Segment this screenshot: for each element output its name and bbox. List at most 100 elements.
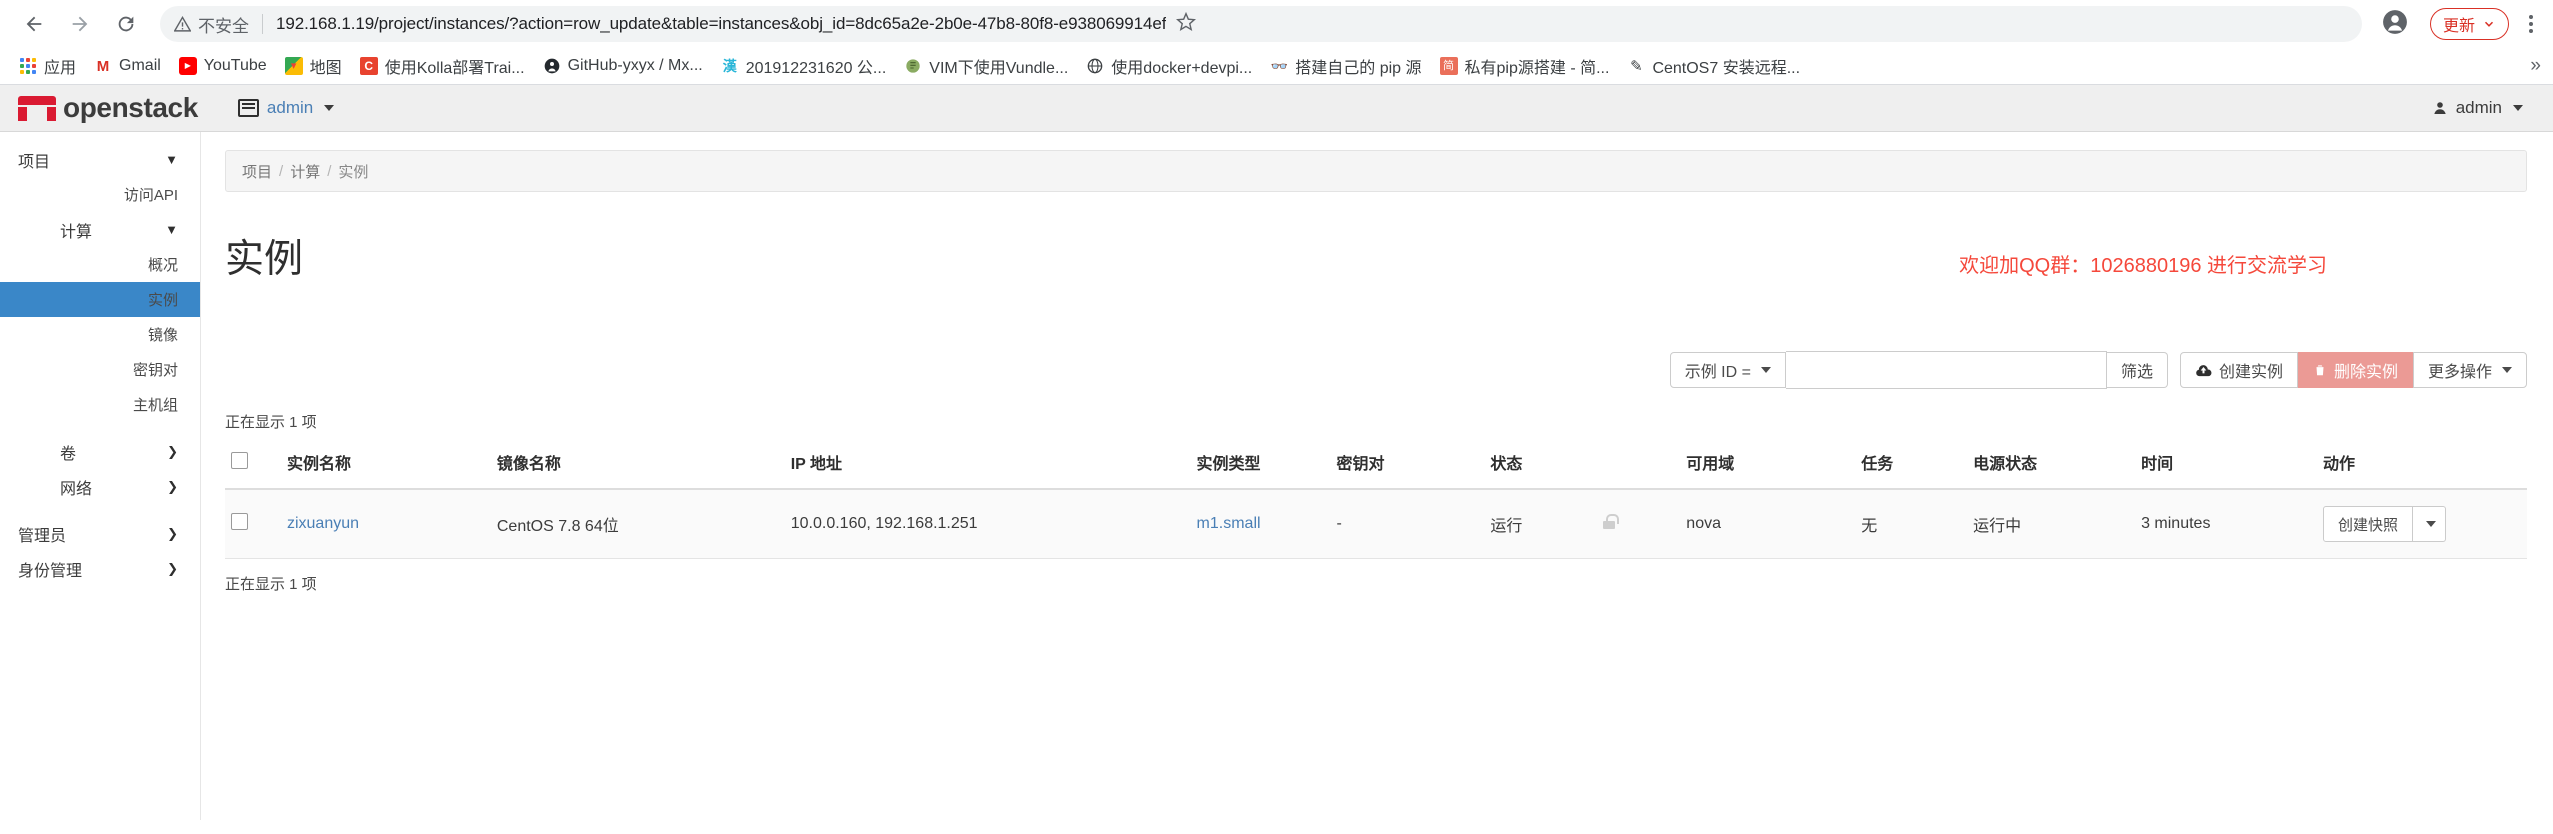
cell-instance-name: zixuanyun xyxy=(280,489,491,560)
trash-icon xyxy=(2316,365,2324,376)
bookmark-gmail[interactable]: M Gmail xyxy=(85,53,170,79)
filter-button[interactable]: 筛选 xyxy=(2106,352,2168,389)
bookmark-hanzi[interactable]: 漢 201912231620 公... xyxy=(712,50,896,82)
sidebar-item-project[interactable]: 项目 ▼ xyxy=(0,142,200,177)
row-actions-dropdown-button[interactable] xyxy=(2413,506,2446,543)
bookmark-kolla[interactable]: C 使用Kolla部署Trai... xyxy=(351,50,534,82)
bookmark-youtube[interactable]: ▶ YouTube xyxy=(170,53,276,79)
chevron-right-icon: ❯ xyxy=(167,560,178,576)
github-icon xyxy=(543,57,561,75)
column-header-name[interactable]: 实例名称 xyxy=(280,444,491,491)
sidebar-item-api-access[interactable]: 访问API xyxy=(0,177,200,212)
bookmark-label: 地图 xyxy=(309,60,342,77)
sidebar-item-overview[interactable]: 概况 xyxy=(0,247,200,282)
search-input[interactable] xyxy=(1785,351,2107,390)
chevron-down-icon xyxy=(2513,105,2523,111)
bookmarks-overflow-button[interactable]: » xyxy=(2530,55,2541,77)
three-dot-menu-icon[interactable] xyxy=(2523,9,2539,39)
column-header-time[interactable]: 时间 xyxy=(2135,444,2317,491)
column-header-flavor[interactable]: 实例类型 xyxy=(1190,444,1331,491)
profile-avatar-icon[interactable] xyxy=(2382,9,2408,40)
bookmark-label: VIM下使用Vundle... xyxy=(929,60,1069,77)
create-instance-button[interactable]: 创建实例 xyxy=(2179,352,2298,389)
apps-grid-icon xyxy=(19,57,37,75)
sidebar-item-compute[interactable]: 计算 ▼ xyxy=(0,212,200,247)
filter-field-select[interactable]: 示例 ID = xyxy=(1669,352,1786,389)
tenant-list-icon xyxy=(237,99,259,117)
chevron-down-icon: ▼ xyxy=(165,152,178,167)
chevron-right-icon: ❯ xyxy=(167,525,178,541)
bookmark-github[interactable]: GitHub-yxyx / Mx... xyxy=(534,53,712,79)
cloud-upload-icon xyxy=(2196,364,2212,376)
security-indicator[interactable]: 不安全 xyxy=(174,12,249,37)
mask-icon: 👓 xyxy=(1270,58,1288,74)
more-actions-button[interactable]: 更多操作 xyxy=(2412,352,2527,389)
table-head: 实例名称 镜像名称 IP 地址 实例类型 密钥对 状态 可用域 任务 电源状态 … xyxy=(225,444,2527,491)
cell-time: 3 minutes xyxy=(2135,489,2317,560)
openstack-header: openstack admin admin xyxy=(0,85,2553,132)
bookmark-maps[interactable]: ▾ 地图 xyxy=(276,50,351,82)
tenant-selector[interactable]: admin xyxy=(237,98,335,118)
column-header-ip[interactable]: IP 地址 xyxy=(784,444,1191,491)
create-snapshot-button[interactable]: 创建快照 xyxy=(2322,506,2413,543)
security-label: 不安全 xyxy=(198,16,249,36)
sidebar-item-admin[interactable]: 管理员 ❯ xyxy=(0,516,200,551)
sidebar-item-identity[interactable]: 身份管理 ❯ xyxy=(0,551,200,586)
gmail-icon: M xyxy=(96,57,110,75)
sidebar-item-server-groups[interactable]: 主机组 xyxy=(0,387,200,422)
instance-name-link[interactable]: zixuanyun xyxy=(287,515,359,532)
bookmark-apps[interactable]: 应用 xyxy=(10,50,85,82)
bookmark-centos7[interactable]: ✎ CentOS7 安装远程... xyxy=(1618,50,1809,82)
breadcrumb-item-project[interactable]: 项目 xyxy=(242,161,272,182)
column-header-power[interactable]: 电源状态 xyxy=(1967,444,2136,491)
create-instance-label: 创建实例 xyxy=(2218,364,2283,382)
user-label: admin xyxy=(2455,98,2502,117)
csdn-icon: C xyxy=(359,57,378,75)
address-bar[interactable]: 不安全 192.168.1.19/project/instances/?acti… xyxy=(160,6,2362,42)
column-header-status[interactable]: 状态 xyxy=(1484,444,1597,491)
column-header-task[interactable]: 任务 xyxy=(1855,444,1968,491)
cell-power-state: 运行中 xyxy=(1967,489,2136,560)
row-checkbox[interactable] xyxy=(231,513,248,531)
cell-keypair: - xyxy=(1330,489,1485,560)
globe-icon xyxy=(1086,57,1104,75)
cell-status: 运行 xyxy=(1484,489,1597,560)
result-count-bottom: 正在显示 1 项 xyxy=(225,576,317,594)
chevron-right-icon: ❯ xyxy=(167,478,178,494)
openstack-logo[interactable]: openstack xyxy=(18,94,198,122)
sidebar-item-label: 镜像 xyxy=(147,327,178,344)
unlocked-padlock-icon xyxy=(1602,514,1620,530)
bookmark-star-icon[interactable] xyxy=(1176,11,1197,37)
sidebar-item-images[interactable]: 镜像 xyxy=(0,317,200,352)
bookmark-vim[interactable]: VIM下使用Vundle... xyxy=(895,50,1077,82)
delete-instance-label: 删除实例 xyxy=(2333,364,2398,382)
omnibox-divider xyxy=(262,14,263,34)
column-header-az[interactable]: 可用域 xyxy=(1680,444,1856,491)
forward-button[interactable] xyxy=(60,4,100,44)
table-row[interactable]: zixuanyun CentOS 7.8 64位 10.0.0.160, 192… xyxy=(225,489,2527,560)
update-button[interactable]: 更新 xyxy=(2429,8,2509,40)
sidebar-item-volumes[interactable]: 卷 ❯ xyxy=(0,434,200,469)
sidebar-item-network[interactable]: 网络 ❯ xyxy=(0,469,200,504)
reload-button[interactable] xyxy=(106,4,146,44)
sidebar-item-keypairs[interactable]: 密钥对 xyxy=(0,352,200,387)
column-header-lock xyxy=(1596,444,1681,491)
bookmark-devpi[interactable]: 使用docker+devpi... xyxy=(1077,50,1261,82)
select-all-checkbox[interactable] xyxy=(231,452,248,470)
user-icon xyxy=(2434,102,2446,114)
back-button[interactable] xyxy=(14,4,54,44)
chevron-down-icon xyxy=(324,105,335,111)
column-header-keypair[interactable]: 密钥对 xyxy=(1330,444,1485,491)
flavor-link[interactable]: m1.small xyxy=(1197,515,1261,532)
sidebar: 项目 ▼ 访问API 计算 ▼ 概况 实例 镜像 密钥对 主机组 卷 ❯ 网络 … xyxy=(0,132,201,820)
bookmark-jianshu[interactable]: 简 私有pip源搭建 - 简... xyxy=(1431,50,1619,82)
sidebar-item-instances[interactable]: 实例 xyxy=(0,282,200,317)
sidebar-item-label: 卷 xyxy=(60,445,77,463)
delete-instance-button[interactable]: 删除实例 xyxy=(2297,352,2413,389)
cell-task: 无 xyxy=(1855,489,1968,560)
bookmark-pip-source[interactable]: 👓 搭建自己的 pip 源 xyxy=(1261,50,1430,82)
breadcrumb-item-compute[interactable]: 计算 xyxy=(290,161,320,182)
column-header-image[interactable]: 镜像名称 xyxy=(490,444,785,491)
user-menu[interactable]: admin xyxy=(2432,98,2535,118)
chevron-down-icon xyxy=(2502,367,2512,374)
